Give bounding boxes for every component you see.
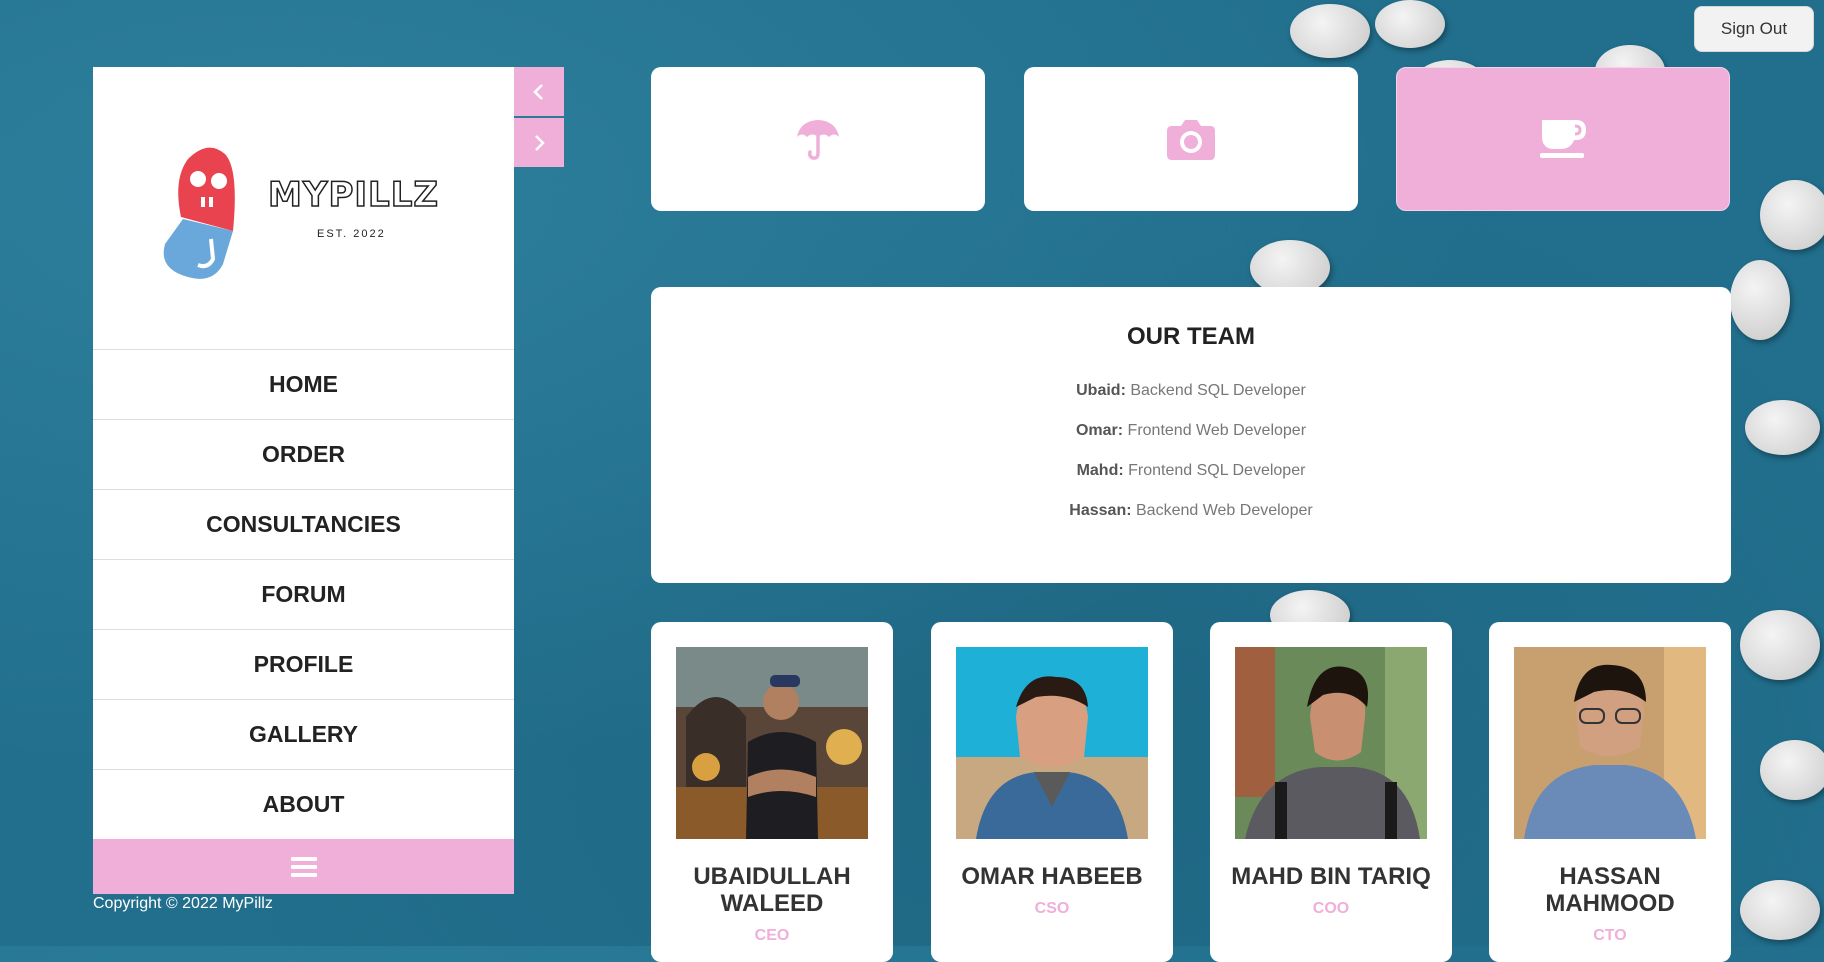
coffee-cup-icon xyxy=(1540,120,1586,158)
nav-item-order[interactable]: ORDER xyxy=(93,420,514,490)
member-photo xyxy=(1235,647,1427,839)
team-role-line: Hassan: Backend Web Developer xyxy=(1069,502,1313,519)
member-photo xyxy=(956,647,1148,839)
umbrella-icon xyxy=(797,120,839,160)
member-photo xyxy=(1514,647,1706,839)
member-name: MAHD BIN TARIQ xyxy=(1231,863,1431,890)
umbrella-card[interactable] xyxy=(651,67,985,211)
nav-item-forum[interactable]: FORUM xyxy=(93,560,514,630)
member-photo xyxy=(676,647,868,839)
team-role-line: Mahd: Frontend SQL Developer xyxy=(1076,462,1306,479)
member-name: UBAIDULLAH WALEED xyxy=(693,863,851,917)
expand-sidebar-button[interactable] xyxy=(514,118,564,167)
nav-item-about[interactable]: ABOUT xyxy=(93,770,514,839)
member-title: CSO xyxy=(1034,900,1070,917)
camera-icon xyxy=(1167,120,1215,160)
member-card[interactable]: UBAIDULLAH WALEED CEO xyxy=(651,622,893,962)
nav-item-consultancies[interactable]: CONSULTANCIES xyxy=(93,490,514,560)
team-panel: OUR TEAM Ubaid: Backend SQL Developer Om… xyxy=(651,287,1731,583)
member-title: CEO xyxy=(754,927,790,944)
hamburger-icon xyxy=(290,856,317,877)
team-role-line: Omar: Frontend Web Developer xyxy=(1075,422,1307,439)
chevron-right-icon xyxy=(535,134,545,151)
coffee-card[interactable] xyxy=(1396,67,1730,211)
member-card[interactable]: HASSAN MAHMOOD CTO xyxy=(1489,622,1731,962)
member-title: CTO xyxy=(1593,927,1627,944)
chevron-left-icon xyxy=(533,83,543,100)
member-card[interactable]: OMAR HABEEB CSO xyxy=(931,622,1173,962)
pill-skull-logo-icon xyxy=(163,147,235,279)
member-name: HASSAN MAHMOOD xyxy=(1545,863,1675,917)
member-card[interactable]: MAHD BIN TARIQ COO xyxy=(1210,622,1452,962)
team-title: OUR TEAM xyxy=(1127,323,1255,350)
nav-item-home[interactable]: HOME xyxy=(93,350,514,420)
logo-wordmark: MYPILLZ xyxy=(267,174,440,216)
sign-out-button[interactable]: Sign Out xyxy=(1694,6,1814,52)
team-role-line: Ubaid: Backend SQL Developer xyxy=(1076,382,1306,399)
menu-toggle-button[interactable] xyxy=(93,839,514,894)
sidebar: MYPILLZ EST. 2022 HOME ORDER CONSULTANCI… xyxy=(93,67,514,894)
logo[interactable]: MYPILLZ EST. 2022 xyxy=(93,67,514,350)
copyright-text: Copyright © 2022 MyPillz xyxy=(93,895,273,912)
collapse-sidebar-button[interactable] xyxy=(514,67,564,116)
logo-tagline: EST. 2022 xyxy=(317,228,386,240)
camera-card[interactable] xyxy=(1024,67,1358,211)
nav-item-gallery[interactable]: GALLERY xyxy=(93,700,514,770)
nav-item-profile[interactable]: PROFILE xyxy=(93,630,514,700)
member-name: OMAR HABEEB xyxy=(961,863,1143,890)
member-title: COO xyxy=(1312,900,1350,917)
